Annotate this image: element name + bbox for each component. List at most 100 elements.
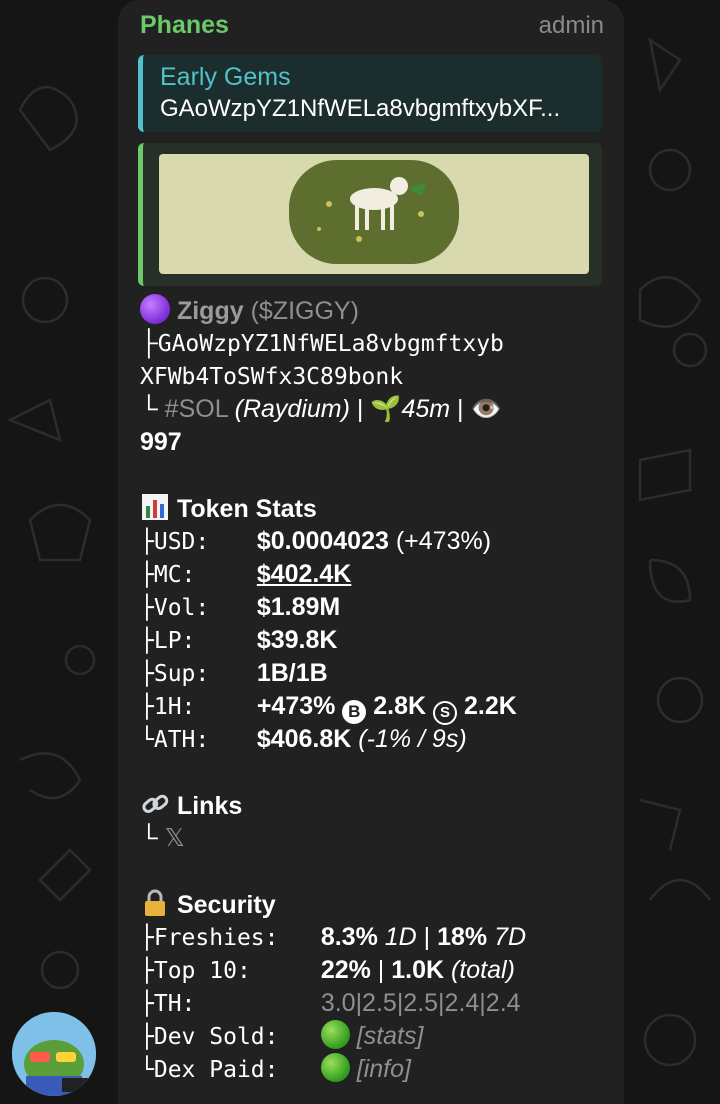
top10-total: 1.0K bbox=[391, 956, 445, 984]
tree-branch-icon: ├ bbox=[140, 628, 154, 654]
stat-usd-label: USD: bbox=[153, 529, 210, 555]
message-bubble: Phanes admin Early Gems GAoWzpYZ1NfWELa8… bbox=[118, 0, 624, 1104]
stat-mc-label: MC: bbox=[153, 562, 196, 588]
stat-1h-label: 1H: bbox=[153, 694, 196, 720]
token-address-part-1[interactable]: GAoWzpYZ1NfWELa8vbgmftxyb bbox=[158, 331, 504, 357]
token-ticker: ($ZIGGY) bbox=[250, 297, 359, 325]
tree-end-icon: └ bbox=[140, 824, 165, 852]
devsold-stats-link[interactable]: [stats] bbox=[357, 1022, 424, 1050]
tree-branch-icon: ├ bbox=[140, 661, 154, 687]
links-title: Links bbox=[176, 792, 243, 820]
token-stats-heading: Token Stats bbox=[140, 492, 614, 525]
sender-avatar[interactable] bbox=[12, 1012, 96, 1096]
top10-note: (total) bbox=[444, 956, 515, 984]
tree-branch-icon: ├ bbox=[140, 595, 154, 621]
link-preview[interactable] bbox=[138, 143, 602, 286]
buys-icon: B bbox=[342, 700, 367, 724]
security-top10-label: Top 10: bbox=[153, 958, 251, 984]
sender-role-badge: admin bbox=[538, 12, 604, 39]
links-heading: Links bbox=[140, 789, 614, 822]
tree-end-icon: └ bbox=[140, 727, 154, 753]
tree-end-icon: └ bbox=[140, 1057, 154, 1083]
green-circle-icon bbox=[320, 1020, 350, 1049]
freshies-7d-unit: 7D bbox=[487, 923, 527, 951]
stat-ath-row: └ATH: $406.8K (-1% / 9s) bbox=[140, 723, 614, 756]
tree-branch-icon: ├ bbox=[140, 925, 154, 951]
sells-icon: S bbox=[433, 701, 458, 725]
stat-usd-change: (+473%) bbox=[388, 527, 492, 555]
token-title-line: Ziggy ($ZIGGY) bbox=[140, 294, 614, 327]
stat-1h-sells: 2.2K bbox=[463, 692, 517, 720]
security-freshies-row: ├Freshies: 8.3% 1D | 18% 7D bbox=[140, 921, 614, 954]
stat-ath-label: ATH: bbox=[153, 727, 210, 753]
security-title: Security bbox=[176, 891, 276, 919]
stat-sup-value: 1B/1B bbox=[256, 659, 328, 687]
security-freshies-label: Freshies: bbox=[153, 925, 279, 951]
dog-illustration-icon bbox=[159, 154, 589, 274]
token-name: Ziggy bbox=[176, 297, 244, 325]
security-heading: Security bbox=[140, 888, 614, 921]
message-text: Ziggy ($ZIGGY) ├GAoWzpYZ1NfWELa8vbgmftxy… bbox=[140, 294, 614, 1086]
security-devsold-row: ├Dev Sold: [stats] bbox=[140, 1020, 614, 1053]
links-x-row: └ 𝕏 bbox=[140, 822, 614, 855]
token-stats-title: Token Stats bbox=[176, 495, 317, 523]
token-chain-line: └ #SOL (Raydium) | 🌱45m | 👁️ bbox=[140, 393, 614, 426]
dexpaid-info-link[interactable]: [info] bbox=[357, 1055, 411, 1083]
token-address-line-1[interactable]: ├GAoWzpYZ1NfWELa8vbgmftxyb bbox=[140, 327, 614, 360]
freshies-7d-value: 18% bbox=[437, 923, 488, 951]
tree-branch-icon: ├ bbox=[140, 529, 154, 555]
stat-ath-value: $406.8K bbox=[256, 725, 352, 753]
tree-branch-icon: ├ bbox=[140, 958, 154, 984]
seedling-icon: 🌱 bbox=[370, 395, 402, 423]
preview-image[interactable] bbox=[159, 154, 589, 274]
green-circle-icon bbox=[320, 1053, 350, 1082]
reply-title: Early Gems bbox=[160, 63, 291, 91]
security-dexpaid-row: └Dex Paid: [info] bbox=[140, 1053, 614, 1086]
eye-icon: 👁️ bbox=[470, 395, 502, 423]
tree-branch-icon: ├ bbox=[140, 694, 154, 720]
stat-1h-row: ├1H: +473% B 2.8K S 2.2K bbox=[140, 690, 614, 725]
pepe-avatar-icon bbox=[12, 1012, 96, 1096]
security-devsold-label: Dev Sold: bbox=[153, 1024, 279, 1050]
reply-quote[interactable]: Early Gems GAoWzpYZ1NfWELa8vbgmftxybXF..… bbox=[138, 55, 602, 132]
security-top10-row: ├Top 10: 22% | 1.0K (total) bbox=[140, 954, 614, 987]
lock-icon bbox=[145, 889, 165, 916]
chain-hashtag[interactable]: #SOL bbox=[165, 395, 228, 423]
security-dexpaid-label: Dex Paid: bbox=[153, 1057, 279, 1083]
token-address-line-2[interactable]: XFWb4ToSWfx3C89bonk bbox=[140, 360, 614, 393]
tree-end-icon: └ bbox=[140, 395, 165, 423]
stat-sup-label: Sup: bbox=[153, 661, 210, 687]
security-th-label: TH: bbox=[153, 991, 196, 1017]
link-icon bbox=[142, 794, 169, 813]
separator: | bbox=[349, 395, 371, 423]
stat-vol-value: $1.89M bbox=[256, 593, 341, 621]
purple-circle-icon bbox=[140, 294, 170, 324]
th-values: 3.0|2.5|2.5|2.4|2.4 bbox=[320, 989, 521, 1017]
token-age: 45m bbox=[401, 395, 451, 423]
tree-branch-icon: ├ bbox=[140, 562, 154, 588]
stat-vol-label: Vol: bbox=[153, 595, 210, 621]
tree-branch-icon: ├ bbox=[140, 329, 158, 357]
tree-branch-icon: ├ bbox=[140, 991, 154, 1017]
security-th-row: ├TH: 3.0|2.5|2.5|2.4|2.4 bbox=[140, 987, 614, 1020]
x-link[interactable]: 𝕏 bbox=[165, 824, 185, 852]
stat-mc-link[interactable]: $402.4K bbox=[257, 560, 352, 588]
sender-name[interactable]: Phanes bbox=[140, 11, 229, 40]
stat-usd-row: ├USD: $0.0004023 (+473%) bbox=[140, 525, 614, 558]
stat-lp-row: ├LP: $39.8K bbox=[140, 624, 614, 657]
token-views: 997 bbox=[140, 428, 182, 456]
stat-vol-row: ├Vol: $1.89M bbox=[140, 591, 614, 624]
top10-pct: 22% bbox=[320, 956, 371, 984]
separator: | bbox=[450, 395, 471, 423]
stat-mc-row: ├MC: $402.4K bbox=[140, 558, 614, 591]
stat-lp-value: $39.8K bbox=[256, 626, 338, 654]
separator: | bbox=[370, 956, 392, 984]
reply-text: GAoWzpYZ1NfWELa8vbgmftxybXF... bbox=[160, 95, 561, 122]
token-address-part-2[interactable]: XFWb4ToSWfx3C89bonk bbox=[140, 364, 403, 390]
stat-lp-label: LP: bbox=[153, 628, 196, 654]
freshies-1d-unit: 1D bbox=[377, 923, 417, 951]
stat-1h-change: +473% bbox=[256, 692, 336, 720]
tree-branch-icon: ├ bbox=[140, 1024, 154, 1050]
dex-name: (Raydium) bbox=[234, 395, 350, 423]
stat-ath-note: (-1% / 9s) bbox=[351, 725, 467, 753]
